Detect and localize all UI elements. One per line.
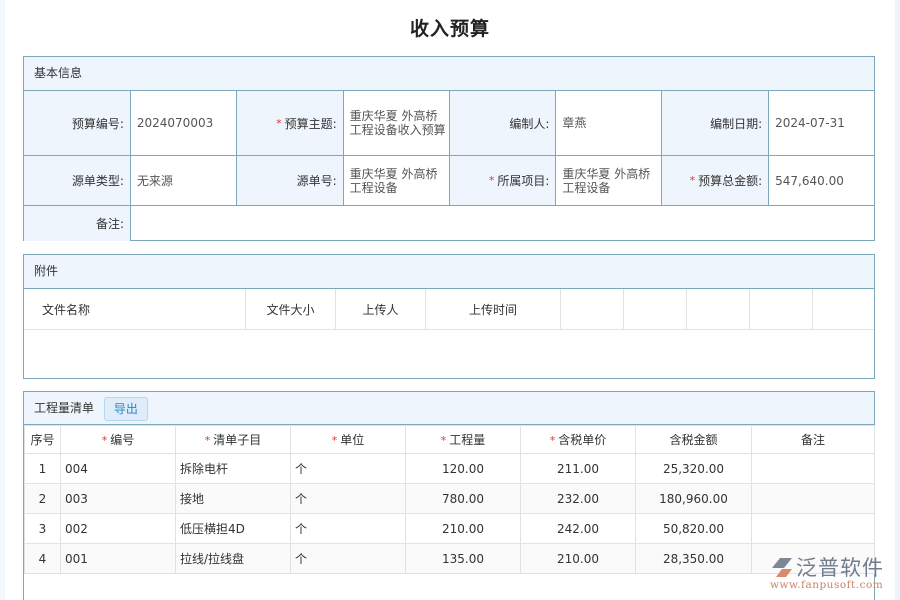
cell-unit-price[interactable]: 242.00 xyxy=(520,513,636,544)
required-mark: * xyxy=(689,174,696,187)
required-mark: * xyxy=(488,174,495,187)
cell-remark[interactable] xyxy=(751,513,875,544)
remark-value xyxy=(131,206,874,241)
quantity-table: 序号 * 编号 * 清单子目 * 单位 * 工程量 * 含税单价 含税金额 备注 1 00… xyxy=(24,425,875,574)
table-row[interactable]: 1 004 拆除电杆 个 120.00 211.00 25,320.00 xyxy=(24,453,875,484)
watermark-url: www.fanpusoft.com xyxy=(770,579,884,591)
cell-amount: 25,320.00 xyxy=(635,453,752,484)
cell-code[interactable]: 003 xyxy=(60,483,176,514)
source-type-value: 无来源 xyxy=(131,156,237,205)
col-amount[interactable]: 含税金额 xyxy=(635,425,752,454)
required-mark: * xyxy=(440,434,447,447)
cell-unit-price[interactable]: 232.00 xyxy=(520,483,636,514)
cell-amount: 50,820.00 xyxy=(635,513,752,544)
cell-quantity[interactable]: 120.00 xyxy=(405,453,521,484)
cell-unit-price[interactable]: 210.00 xyxy=(520,543,636,574)
required-mark: * xyxy=(101,434,108,447)
cell-unit[interactable]: 个 xyxy=(290,453,406,484)
cell-amount: 28,350.00 xyxy=(635,543,752,574)
col-empty xyxy=(813,289,874,329)
cell-item[interactable]: 拆除电杆 xyxy=(175,453,291,484)
col-uploader[interactable]: 上传人 xyxy=(336,289,426,329)
budget-no-value: 2024070003 xyxy=(131,91,237,155)
cell-code[interactable]: 002 xyxy=(60,513,176,544)
source-no-value: 重庆华夏 外高桥工程设备 xyxy=(344,156,450,205)
col-index[interactable]: 序号 xyxy=(24,425,61,454)
budget-subject-value: 重庆华夏 外高桥工程设备收入预算 xyxy=(344,91,450,155)
source-type-label: 源单类型: xyxy=(24,156,131,205)
basic-info-header: 基本信息 xyxy=(24,57,874,91)
info-row: 源单类型: 无来源 源单号: 重庆华夏 外高桥工程设备 * 所属项目: 重庆华夏 … xyxy=(24,156,874,206)
scrollbar-track[interactable] xyxy=(895,0,900,600)
table-row[interactable]: 3 002 低压横担4D 个 210.00 242.00 50,820.00 xyxy=(24,513,875,544)
cell-item[interactable]: 低压横担4D xyxy=(175,513,291,544)
col-empty xyxy=(687,289,750,329)
col-empty xyxy=(624,289,687,329)
col-item[interactable]: * 清单子目 xyxy=(175,425,291,454)
cell-remark[interactable] xyxy=(751,483,875,514)
prep-date-value: 2024-07-31 xyxy=(775,116,845,130)
cell-quantity[interactable]: 135.00 xyxy=(405,543,521,574)
attachments-table-header: 文件名称 文件大小 上传人 上传时间 xyxy=(24,289,874,330)
quantity-list-panel: 工程量清单 导出 序号 * 编号 * 清单子目 * 单位 * 工程量 * 含税单价 含税金… xyxy=(23,391,875,600)
source-no-label: 源单号: xyxy=(236,156,344,205)
required-mark: * xyxy=(549,434,556,447)
col-unit-price[interactable]: * 含税单价 xyxy=(520,425,636,454)
col-code[interactable]: * 编号 xyxy=(60,425,176,454)
prep-date-label: 编制日期: xyxy=(662,91,770,155)
required-mark: * xyxy=(331,434,338,447)
cell-index: 1 xyxy=(24,453,61,484)
page-title: 收入预算 xyxy=(409,18,490,40)
col-empty xyxy=(750,289,813,329)
required-mark: * xyxy=(276,116,282,130)
cell-code[interactable]: 001 xyxy=(60,543,176,574)
cell-unit[interactable]: 个 xyxy=(290,513,406,544)
col-unit[interactable]: * 单位 xyxy=(290,425,406,454)
quantity-list-header: 工程量清单 导出 xyxy=(24,392,874,425)
cell-item[interactable]: 拉线/拉线盘 xyxy=(175,543,291,574)
cell-index: 2 xyxy=(24,483,61,514)
info-row: 预算编号: 2024070003 * 预算主题: 重庆华夏 外高桥工程设备收入预算… xyxy=(24,91,874,156)
watermark-logo: 泛普软件 www.fanpusoft.com xyxy=(770,552,895,596)
attachments-panel: 附件 文件名称 文件大小 上传人 上传时间 xyxy=(23,254,875,379)
preparer-label: 编制人: xyxy=(449,91,557,155)
col-remark[interactable]: 备注 xyxy=(751,425,875,454)
cell-index: 3 xyxy=(24,513,61,544)
budget-no-label: 预算编号: xyxy=(24,91,131,155)
table-header-row: 序号 * 编号 * 清单子目 * 单位 * 工程量 * 含税单价 含税金额 备注 xyxy=(24,425,875,454)
cell-item[interactable]: 接地 xyxy=(175,483,291,514)
cell-remark[interactable] xyxy=(751,453,875,484)
cell-unit-price[interactable]: 211.00 xyxy=(520,453,636,484)
project-label: * 所属项目: xyxy=(449,156,557,205)
remark-label: 备注: xyxy=(24,206,131,241)
preparer-value: 章燕 xyxy=(556,91,663,155)
basic-info-panel: 基本信息 预算编号: 2024070003 * 预算主题: 重庆华夏 外高桥工程设… xyxy=(23,56,875,241)
cell-unit[interactable]: 个 xyxy=(290,483,406,514)
quantity-list-title: 工程量清单 xyxy=(34,401,95,415)
info-row: 备注: xyxy=(24,206,874,241)
table-row[interactable]: 4 001 拉线/拉线盘 个 135.00 210.00 28,350.00 xyxy=(24,543,875,574)
fanpu-logo-icon xyxy=(772,558,792,577)
cell-quantity[interactable]: 780.00 xyxy=(405,483,521,514)
total-amount-label: * 预算总金额: xyxy=(662,156,770,205)
col-file-name[interactable]: 文件名称 xyxy=(24,289,246,329)
attachments-header: 附件 xyxy=(24,255,874,289)
project-value: 重庆华夏 外高桥工程设备 xyxy=(556,156,663,205)
cell-index: 4 xyxy=(24,543,61,574)
cell-code[interactable]: 004 xyxy=(60,453,176,484)
col-quantity[interactable]: * 工程量 xyxy=(405,425,521,454)
cell-unit[interactable]: 个 xyxy=(290,543,406,574)
watermark-brand: 泛普软件 xyxy=(796,556,884,580)
required-mark: * xyxy=(204,434,211,447)
export-button[interactable]: 导出 xyxy=(103,396,148,421)
table-row[interactable]: 2 003 接地 个 780.00 232.00 180,960.00 xyxy=(24,483,875,514)
col-upload-time[interactable]: 上传时间 xyxy=(426,289,561,329)
cell-amount: 180,960.00 xyxy=(635,483,752,514)
budget-subject-label: * 预算主题: xyxy=(236,91,344,155)
cell-quantity[interactable]: 210.00 xyxy=(405,513,521,544)
col-empty xyxy=(561,289,624,329)
total-amount-value: 547,640.00 xyxy=(775,173,844,188)
col-file-size[interactable]: 文件大小 xyxy=(246,289,336,329)
